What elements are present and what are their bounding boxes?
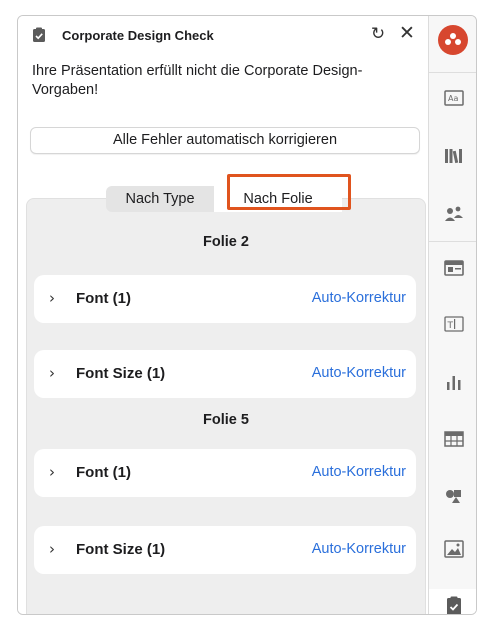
text-style-icon[interactable]: Aa	[442, 86, 466, 110]
tab-by-type[interactable]: Nach Type	[106, 186, 214, 212]
people-icon[interactable]	[442, 202, 466, 226]
svg-text:Aa: Aa	[448, 94, 458, 103]
issue-label: Font (1)	[76, 290, 131, 307]
layout-icon[interactable]	[442, 256, 466, 280]
pane-title: Corporate Design Check	[62, 28, 214, 43]
table-icon[interactable]	[442, 427, 466, 451]
close-icon[interactable]: ✕	[396, 23, 418, 45]
image-icon[interactable]	[442, 537, 466, 561]
issue-card[interactable]: › Font (1) Auto-Korrektur	[34, 275, 416, 323]
rail-divider	[429, 72, 476, 73]
shapes-icon[interactable]	[442, 482, 466, 506]
auto-correct-link[interactable]: Auto-Korrektur	[312, 464, 406, 480]
design-check-icon[interactable]	[442, 594, 466, 614]
issue-label: Font (1)	[76, 464, 131, 481]
chevron-right-icon[interactable]: ›	[49, 463, 55, 481]
issue-card[interactable]: › Font Size (1) Auto-Korrektur	[34, 526, 416, 574]
chevron-right-icon[interactable]: ›	[49, 289, 55, 307]
text-box-icon[interactable]: T	[442, 312, 466, 336]
status-message: Ihre Präsentation erfüllt nicht die Corp…	[32, 63, 363, 98]
svg-text:T: T	[447, 321, 454, 331]
auto-correct-link[interactable]: Auto-Korrektur	[312, 365, 406, 381]
refresh-icon[interactable]: ↻	[368, 23, 388, 45]
clipboard-check-icon	[33, 27, 45, 42]
sidebar-rail: Aa T	[428, 16, 476, 614]
chart-icon[interactable]	[442, 370, 466, 394]
tab-highlight-outline	[227, 174, 351, 210]
issue-label: Font Size (1)	[76, 541, 166, 558]
issue-card[interactable]: › Font Size (1) Auto-Korrektur	[34, 350, 416, 398]
pane-header: Corporate Design Check ↻ ✕	[32, 23, 422, 48]
group-title-folie-2: Folie 2	[203, 234, 249, 250]
auto-correct-link[interactable]: Auto-Korrektur	[312, 290, 406, 306]
issue-card[interactable]: › Font (1) Auto-Korrektur	[34, 449, 416, 497]
auto-correct-link[interactable]: Auto-Korrektur	[312, 541, 406, 557]
chevron-right-icon[interactable]: ›	[49, 364, 55, 382]
group-title-folie-5: Folie 5	[203, 412, 249, 428]
issue-label: Font Size (1)	[76, 365, 166, 382]
rail-divider	[429, 241, 476, 242]
logo-icon[interactable]	[438, 25, 468, 55]
library-icon[interactable]	[442, 144, 466, 168]
fix-all-button[interactable]: Alle Fehler automatisch korrigieren	[30, 127, 420, 154]
chevron-right-icon[interactable]: ›	[49, 540, 55, 558]
design-check-pane: Corporate Design Check ↻ ✕ Ihre Präsenta…	[18, 16, 428, 614]
addin-panel: Corporate Design Check ↻ ✕ Ihre Präsenta…	[17, 15, 477, 615]
